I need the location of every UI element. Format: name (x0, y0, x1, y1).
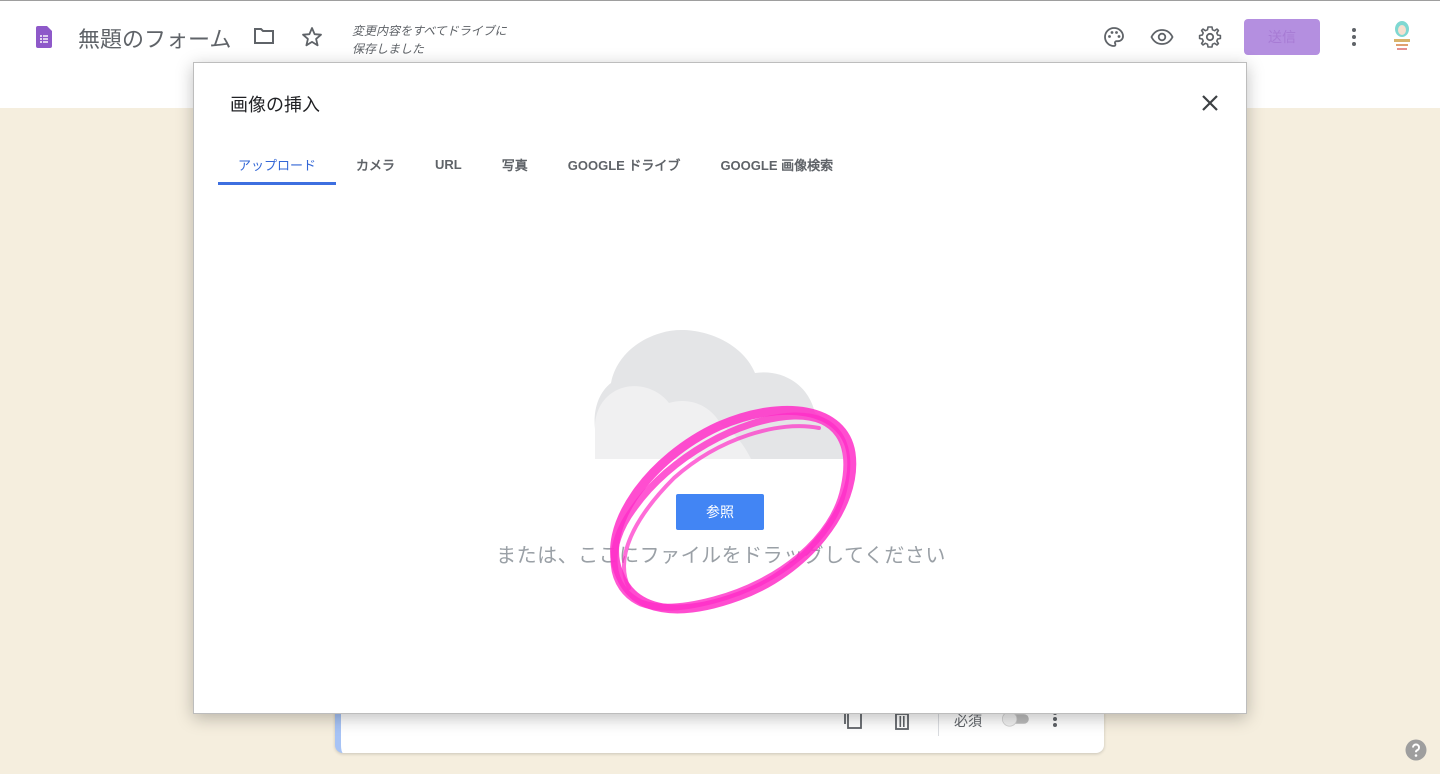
folder-icon[interactable] (253, 26, 275, 46)
save-status-line1: 変更内容をすべてドライブに (352, 24, 507, 38)
palette-icon[interactable] (1102, 25, 1126, 49)
help-icon[interactable] (1405, 739, 1427, 761)
gear-icon[interactable] (1198, 25, 1222, 49)
tab-bar: アップロード カメラ URL 写真 GOOGLE ドライブ GOOGLE 画像検… (218, 143, 853, 185)
close-icon[interactable] (1198, 91, 1222, 115)
save-status: 変更内容をすべてドライブに 保存しました (352, 22, 522, 58)
more-vert-icon[interactable] (1342, 25, 1366, 49)
required-label: 必須 (954, 713, 982, 729)
cloud-icon (594, 330, 844, 459)
insert-image-dialog: 画像の挿入 アップロード カメラ URL 写真 GOOGLE ドライブ GOOG… (193, 62, 1247, 714)
dialog-title: 画像の挿入 (230, 95, 320, 115)
drop-hint: または、ここにファイルをドラッグしてください (496, 545, 946, 567)
avatar[interactable] (1386, 19, 1418, 55)
send-button[interactable]: 送信 (1244, 19, 1320, 55)
star-icon[interactable] (300, 25, 324, 49)
tab-google-drive[interactable]: GOOGLE ドライブ (548, 143, 701, 185)
save-status-line2: 保存しました (352, 42, 425, 56)
forms-doc-icon[interactable] (36, 26, 52, 48)
browse-button[interactable]: 参照 (676, 494, 764, 530)
tab-photos[interactable]: 写真 (482, 143, 548, 185)
eye-icon[interactable] (1150, 25, 1174, 49)
form-title[interactable]: 無題のフォーム (78, 22, 231, 54)
tab-url[interactable]: URL (415, 143, 482, 185)
tab-upload[interactable]: アップロード (218, 143, 337, 185)
tab-google-image-search[interactable]: GOOGLE 画像検索 (700, 143, 853, 185)
tab-camera[interactable]: カメラ (336, 143, 415, 185)
